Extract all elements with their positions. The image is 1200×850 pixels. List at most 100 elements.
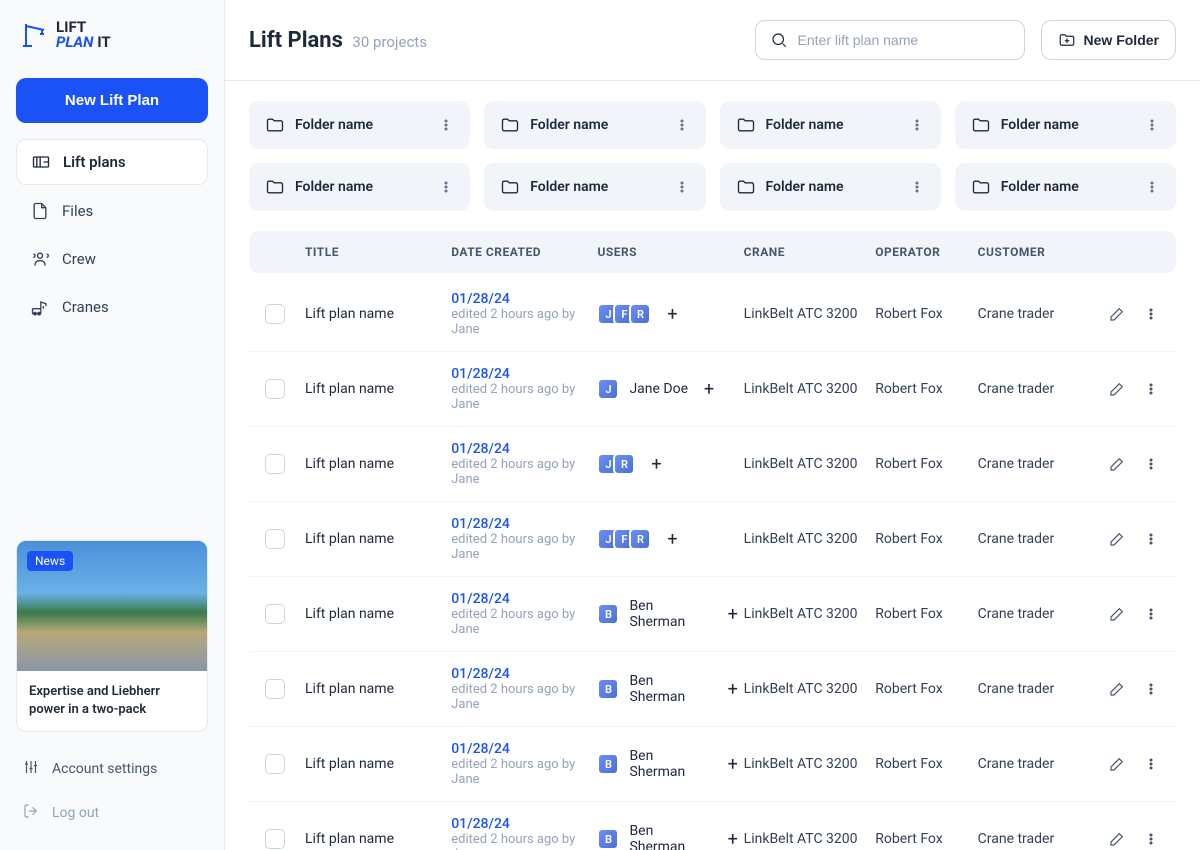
edit-button[interactable] (1108, 680, 1126, 698)
news-badge: News (27, 551, 73, 571)
row-checkbox[interactable] (265, 379, 285, 399)
edit-button[interactable] (1108, 380, 1126, 398)
folder-item[interactable]: Folder name (249, 101, 470, 149)
cell-title[interactable]: Lift plan name (305, 306, 451, 322)
sidebar-item-lift-plans[interactable]: Lift plans (16, 139, 208, 185)
row-actions (1080, 830, 1160, 848)
edit-button[interactable] (1108, 455, 1126, 473)
user-avatar: R (613, 453, 635, 475)
new-lift-plan-button[interactable]: New Lift Plan (16, 78, 208, 123)
cell-crane: LinkBelt ATC 3200 (744, 831, 876, 847)
add-user-button[interactable]: + (645, 453, 667, 475)
folder-more-button[interactable] (674, 179, 690, 195)
footer-item-account-settings[interactable]: Account settings (16, 748, 208, 790)
search-input[interactable] (798, 32, 1010, 48)
edit-button[interactable] (1108, 830, 1126, 848)
folder-icon (736, 115, 756, 135)
row-more-button[interactable] (1142, 755, 1160, 773)
folder-more-button[interactable] (909, 117, 925, 133)
cell-operator: Robert Fox (875, 381, 977, 397)
news-title: Expertise and Liebherr power in a two-pa… (17, 671, 207, 731)
folder-item[interactable]: Folder name (484, 163, 705, 211)
folder-item[interactable]: Folder name (955, 163, 1176, 211)
folder-more-button[interactable] (1144, 179, 1160, 195)
date-edited: edited 2 hours ago by Jane (451, 682, 597, 712)
row-more-button[interactable] (1142, 530, 1160, 548)
add-user-button[interactable]: + (722, 603, 744, 625)
cell-date: 01/28/24 edited 2 hours ago by Jane (451, 366, 597, 412)
edit-button[interactable] (1108, 755, 1126, 773)
sidebar-item-crew[interactable]: Crew (16, 237, 208, 281)
folder-item[interactable]: Folder name (720, 101, 941, 149)
add-user-button[interactable]: + (661, 528, 683, 550)
logo[interactable]: LIFT PLAN IT (16, 16, 208, 54)
table-row: Lift plan name 01/28/24 edited 2 hours a… (249, 652, 1176, 727)
cell-crane: LinkBelt ATC 3200 (744, 531, 876, 547)
folder-item[interactable]: Folder name (955, 101, 1176, 149)
row-more-button[interactable] (1142, 605, 1160, 623)
folder-item[interactable]: Folder name (720, 163, 941, 211)
search-icon (770, 31, 788, 49)
edit-button[interactable] (1108, 305, 1126, 323)
more-vertical-icon (438, 179, 454, 195)
cell-title[interactable]: Lift plan name (305, 756, 451, 772)
edit-button[interactable] (1108, 605, 1126, 623)
row-checkbox[interactable] (265, 604, 285, 624)
footer-icon (22, 802, 40, 824)
row-checkbox[interactable] (265, 679, 285, 699)
folder-more-button[interactable] (1144, 117, 1160, 133)
footer-icon (22, 758, 40, 780)
new-folder-button[interactable]: New Folder (1041, 20, 1176, 60)
row-checkbox[interactable] (265, 529, 285, 549)
row-actions (1080, 755, 1160, 773)
cell-title[interactable]: Lift plan name (305, 831, 451, 847)
date-edited: edited 2 hours ago by Jane (451, 307, 597, 337)
cell-operator: Robert Fox (875, 606, 977, 622)
search-box[interactable] (755, 20, 1025, 60)
edit-button[interactable] (1108, 530, 1126, 548)
header: Lift Plans 30 projects New Folder (225, 0, 1200, 81)
row-more-button[interactable] (1142, 680, 1160, 698)
more-vertical-icon (1143, 606, 1159, 622)
row-checkbox[interactable] (265, 304, 285, 324)
cell-crane: LinkBelt ATC 3200 (744, 681, 876, 697)
row-checkbox[interactable] (265, 454, 285, 474)
folder-more-button[interactable] (674, 117, 690, 133)
folder-more-button[interactable] (909, 179, 925, 195)
cell-title[interactable]: Lift plan name (305, 681, 451, 697)
row-actions (1080, 455, 1160, 473)
row-checkbox[interactable] (265, 829, 285, 849)
folder-more-button[interactable] (438, 179, 454, 195)
folder-name: Folder name (766, 117, 899, 133)
more-vertical-icon (1143, 756, 1159, 772)
folder-name: Folder name (295, 117, 428, 133)
cell-title[interactable]: Lift plan name (305, 531, 451, 547)
add-user-button[interactable]: + (722, 828, 744, 850)
user-name: Jane Doe (629, 381, 688, 397)
row-checkbox[interactable] (265, 754, 285, 774)
main: Lift Plans 30 projects New Folder Folder… (225, 0, 1200, 850)
cell-date: 01/28/24 edited 2 hours ago by Jane (451, 441, 597, 487)
row-more-button[interactable] (1142, 305, 1160, 323)
row-more-button[interactable] (1142, 455, 1160, 473)
cell-date: 01/28/24 edited 2 hours ago by Jane (451, 666, 597, 712)
avatar-stack: JR (597, 453, 635, 475)
sidebar-item-files[interactable]: Files (16, 189, 208, 233)
cell-title[interactable]: Lift plan name (305, 606, 451, 622)
add-user-button[interactable]: + (661, 303, 683, 325)
cell-title[interactable]: Lift plan name (305, 456, 451, 472)
date-created: 01/28/24 (451, 516, 597, 532)
folder-item[interactable]: Folder name (249, 163, 470, 211)
folder-more-button[interactable] (438, 117, 454, 133)
add-user-button[interactable]: + (722, 678, 744, 700)
add-user-button[interactable]: + (722, 753, 744, 775)
folder-item[interactable]: Folder name (484, 101, 705, 149)
footer-item-log-out[interactable]: Log out (16, 792, 208, 834)
add-user-button[interactable]: + (698, 378, 720, 400)
cell-title[interactable]: Lift plan name (305, 381, 451, 397)
row-more-button[interactable] (1142, 380, 1160, 398)
cell-customer: Crane trader (978, 606, 1080, 622)
news-card[interactable]: News Expertise and Liebherr power in a t… (16, 540, 208, 732)
row-more-button[interactable] (1142, 830, 1160, 848)
sidebar-item-cranes[interactable]: Cranes (16, 285, 208, 329)
